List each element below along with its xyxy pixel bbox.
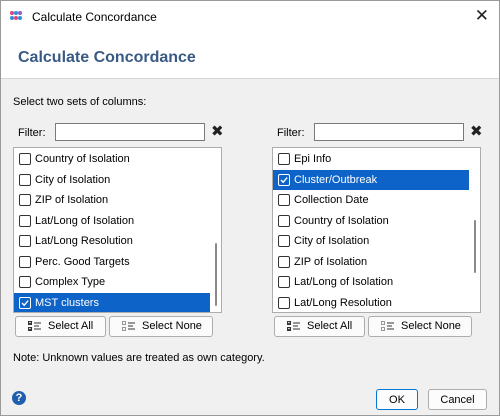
app-dots-icon <box>10 11 22 23</box>
checkbox[interactable] <box>278 153 290 165</box>
list-item[interactable]: Epi Info <box>273 149 469 169</box>
list-item-label: MST clusters <box>35 296 99 309</box>
select-none-label: Select None <box>401 320 461 332</box>
select-none-list-icon <box>122 321 135 332</box>
list-item-label: Country of Isolation <box>35 153 130 165</box>
right-scroll-thumb[interactable] <box>474 220 476 273</box>
list-item[interactable]: Lat/Long of Isolation <box>273 272 469 292</box>
checkbox[interactable] <box>278 214 290 227</box>
select-all-list-icon <box>287 321 300 332</box>
select-none-label: Select None <box>142 320 202 332</box>
checkbox-checked[interactable] <box>19 296 31 309</box>
checkbox[interactable] <box>278 194 290 206</box>
checkbox[interactable] <box>278 235 290 247</box>
right-list-scrollbar[interactable] <box>470 148 480 312</box>
list-item-label: ZIP of Isolation <box>35 194 109 206</box>
left-select-all-button[interactable]: Select All <box>15 316 106 337</box>
note-text: Note: Unknown values are treated as own … <box>13 352 265 364</box>
cancel-button[interactable]: Cancel <box>428 389 487 410</box>
checkbox[interactable] <box>19 255 31 268</box>
checkmark-icon <box>280 176 288 183</box>
right-clear-filter-icon[interactable]: ✖ <box>470 124 483 140</box>
list-item[interactable]: Collection Date <box>273 190 469 210</box>
select-none-list-icon <box>381 321 394 332</box>
list-item[interactable]: ZIP of Isolation <box>273 252 469 272</box>
left-clear-filter-icon[interactable]: ✖ <box>211 124 224 140</box>
checkbox[interactable] <box>278 276 290 288</box>
dialog-window: Calculate Concordance ✕ Calculate Concor… <box>0 0 500 416</box>
right-select-all-button[interactable]: Select All <box>274 316 365 337</box>
list-item[interactable]: Lat/Long Resolution <box>273 293 469 313</box>
close-icon[interactable]: ✕ <box>475 6 489 26</box>
list-item-label: Epi Info <box>294 153 332 165</box>
checkbox[interactable] <box>19 173 31 186</box>
left-column-list[interactable]: Country of Isolation City of Isolation ZIP… <box>13 147 222 313</box>
list-item-label: ZIP of Isolation <box>294 255 368 268</box>
list-item-label: City of Isolation <box>35 173 111 186</box>
list-item[interactable]: Lat/Long of Isolation <box>14 211 210 231</box>
list-item[interactable]: Country of Isolation <box>14 149 210 169</box>
list-item-label: Complex Type <box>35 276 106 288</box>
list-item-label: Cluster/Outbreak <box>294 173 378 186</box>
select-all-list-icon <box>28 321 41 332</box>
list-item[interactable]: ZIP of Isolation <box>14 190 210 210</box>
list-item[interactable]: Lat/Long Resolution <box>14 231 210 251</box>
checkmark-icon <box>21 299 29 306</box>
list-item[interactable]: Country of Isolation <box>273 211 469 231</box>
checkbox[interactable] <box>278 296 290 309</box>
list-item-label: Perc. Good Targets <box>35 255 130 268</box>
list-item-label: Lat/Long of Isolation <box>35 214 135 227</box>
ok-button[interactable]: OK <box>376 389 418 410</box>
list-item-label: Country of Isolation <box>294 214 389 227</box>
right-filter-input[interactable] <box>314 123 464 141</box>
list-item[interactable]: Complex Type <box>14 272 210 292</box>
left-filter-label: Filter: <box>18 127 46 139</box>
help-icon[interactable]: ? <box>12 391 26 405</box>
checkbox-checked[interactable] <box>278 173 290 186</box>
checkbox[interactable] <box>19 276 31 288</box>
page-title: Calculate Concordance <box>18 49 196 66</box>
checkbox[interactable] <box>278 255 290 268</box>
list-item[interactable]: MST clusters <box>14 292 210 312</box>
window-title: Calculate Concordance <box>32 10 157 24</box>
select-all-label: Select All <box>48 320 94 332</box>
list-item-label: Lat/Long Resolution <box>294 296 392 309</box>
left-filter-input[interactable] <box>55 123 205 141</box>
checkbox[interactable] <box>19 235 31 247</box>
list-item[interactable]: Perc. Good Targets <box>14 252 210 272</box>
title-bar[interactable]: Calculate Concordance ✕ <box>1 1 499 32</box>
list-item-label: Lat/Long Resolution <box>35 235 133 247</box>
left-scroll-thumb[interactable] <box>215 243 217 306</box>
dialog-header: Calculate Concordance <box>1 32 499 79</box>
checkbox[interactable] <box>19 214 31 227</box>
list-item-label: Lat/Long of Isolation <box>294 276 394 288</box>
left-list-scrollbar[interactable] <box>211 148 221 312</box>
right-select-none-button[interactable]: Select None <box>368 316 472 337</box>
list-item[interactable]: City of Isolation <box>273 231 469 251</box>
list-item[interactable]: Cluster/Outbreak <box>273 169 469 190</box>
left-select-none-button[interactable]: Select None <box>109 316 213 337</box>
select-all-label: Select All <box>307 320 353 332</box>
list-item[interactable]: City of Isolation <box>14 170 210 190</box>
instructions-text: Select two sets of columns: <box>13 96 147 108</box>
right-column-list[interactable]: Epi Info Cluster/Outbreak Collection Date C… <box>272 147 481 313</box>
right-filter-label: Filter: <box>277 127 305 139</box>
list-item-label: City of Isolation <box>294 235 370 247</box>
checkbox[interactable] <box>19 194 31 206</box>
dialog-footer: ? OK Cancel <box>1 383 499 415</box>
checkbox[interactable] <box>19 153 31 165</box>
list-item-label: Collection Date <box>294 194 369 206</box>
